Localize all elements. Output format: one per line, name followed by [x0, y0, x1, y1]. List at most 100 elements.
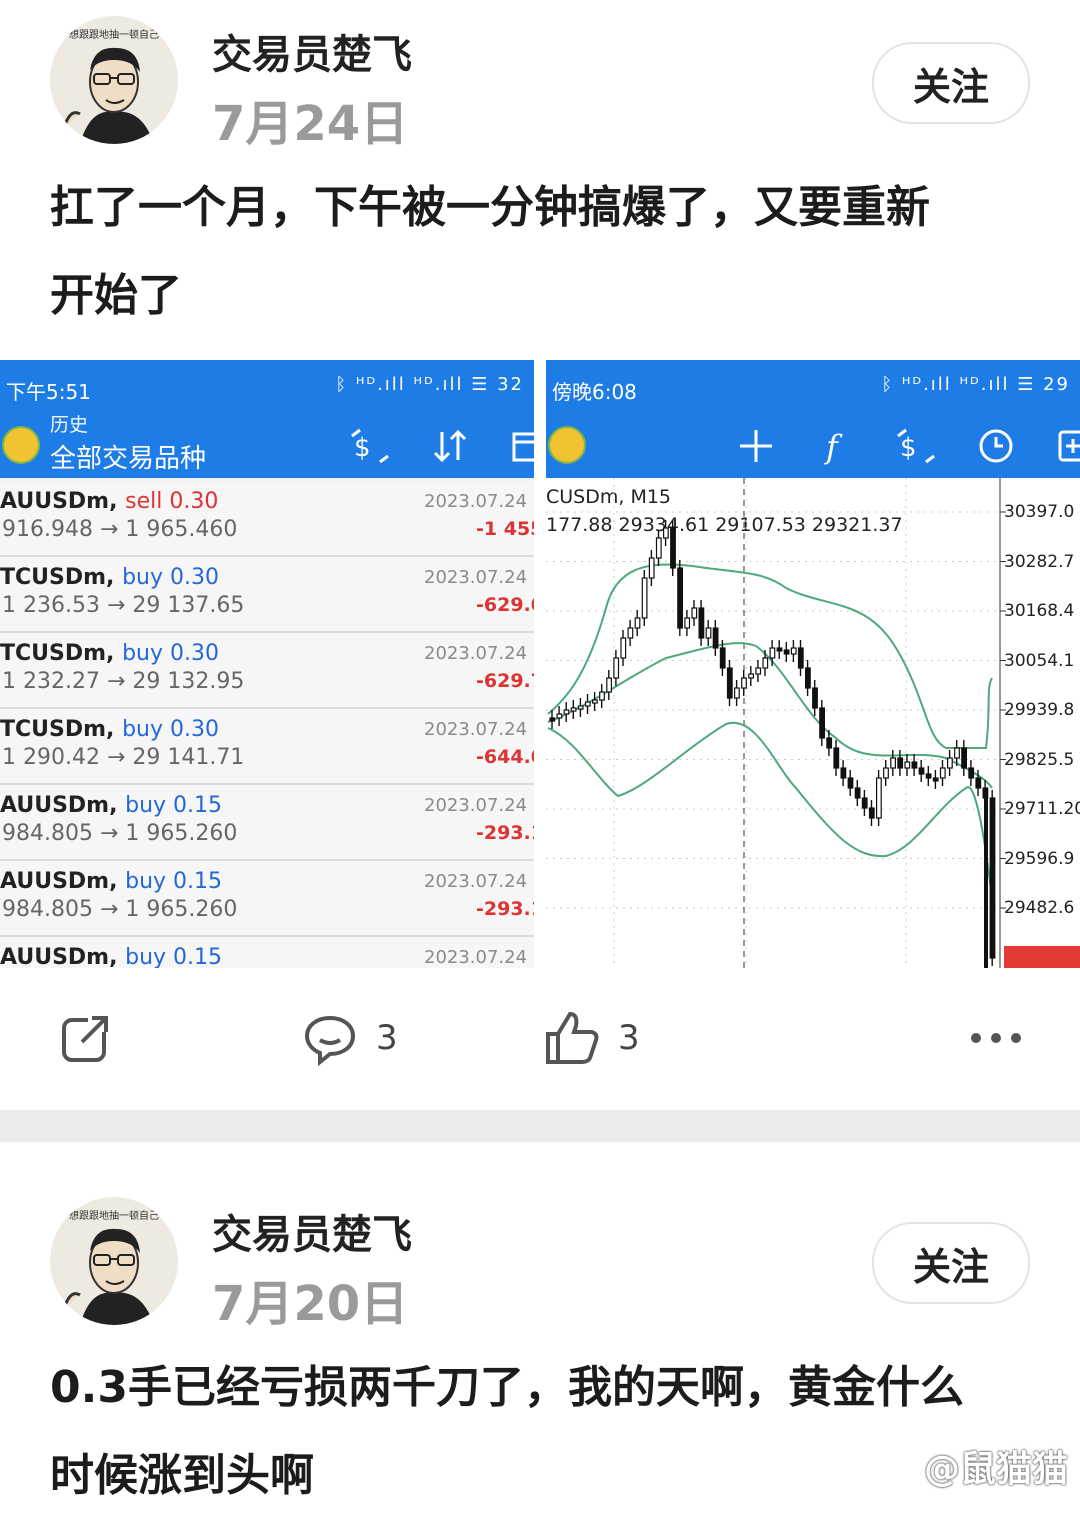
- trade-price: 984.805 → 1 965.260: [2, 821, 238, 846]
- trade-datetime: 2023.07.24 09:: [424, 567, 534, 588]
- trade-profit-loss: -629.0: [476, 594, 534, 616]
- price-axis-label: 30054.1: [1004, 650, 1075, 671]
- trade-symbol: AUUSDm, buy 0.15: [0, 945, 223, 968]
- candle-body: [584, 701, 591, 707]
- share-button[interactable]: [58, 1010, 114, 1066]
- trade-side: buy: [122, 565, 164, 590]
- trade-side: buy: [122, 717, 164, 742]
- candle-body: [904, 761, 911, 769]
- candle-body: [883, 767, 889, 779]
- clock-icon: [979, 429, 1013, 463]
- trade-row[interactable]: TCUSDm, buy 0.30 1 232.27 → 29 132.95 2023…: [0, 633, 534, 709]
- trade-symbol: AUUSDm, buy 0.15: [0, 793, 223, 818]
- candle-body: [961, 747, 967, 769]
- candle-body: [769, 647, 776, 659]
- avatar-portrait-icon: [62, 47, 154, 144]
- candle-body: [591, 699, 598, 704]
- trade-side: buy: [125, 945, 167, 968]
- app-title: 全部交易品种: [50, 444, 207, 474]
- trade-row[interactable]: AUUSDm, sell 0.30 916.948 → 1 965.460 2023…: [0, 481, 534, 557]
- candle-body: [797, 647, 804, 669]
- trade-history-screenshot[interactable]: 下午5:51 ᛒ ᴴᴰ.ıll ᴴᴰ.ıll ☰ 32 历史 全部交易品种 $ …: [0, 360, 534, 968]
- post-2: 想跟跟地抽一顿自己 交易员楚飞 7月20日 关注 0.3手已经亏损两千刀了，我的…: [0, 1142, 1080, 1528]
- svg-text:$: $: [900, 433, 917, 463]
- candle-body: [563, 709, 570, 715]
- candle-body: [776, 647, 783, 652]
- candle-body: [762, 657, 769, 669]
- follow-button[interactable]: 关注: [872, 1222, 1030, 1304]
- trade-row[interactable]: TCUSDm, buy 0.30 1 290.42 → 29 141.71 2023…: [0, 709, 534, 785]
- follow-button[interactable]: 关注: [872, 42, 1030, 124]
- candle-body: [648, 557, 655, 579]
- trade-price: 1 236.53 → 29 137.65: [2, 593, 245, 618]
- trade-profit-loss: -1 455.3: [476, 518, 534, 540]
- candle-body: [925, 773, 932, 779]
- trade-symbol: AUUSDm, sell 0.30: [0, 489, 219, 514]
- post-date: 7月24日: [212, 96, 409, 152]
- post-text-line: 开始了: [50, 270, 182, 321]
- candle-body: [606, 677, 612, 693]
- candle-body: [662, 527, 669, 539]
- candle-body: [712, 627, 719, 649]
- candle-body: [819, 707, 825, 739]
- more-button[interactable]: [966, 1010, 1022, 1066]
- trade-datetime: 2023.07.24 09:: [424, 871, 534, 892]
- candle-body: [705, 627, 712, 639]
- trade-profit-loss: -293.1: [476, 898, 534, 920]
- candle-body: [620, 637, 627, 659]
- app-bar: 历史 全部交易品种 $: [0, 414, 534, 478]
- username[interactable]: 交易员楚飞: [212, 22, 412, 80]
- trade-datetime: 2023.07.24 09:: [424, 947, 534, 968]
- comment-button[interactable]: 3: [302, 1010, 398, 1066]
- trade-row[interactable]: AUUSDm, buy 0.15 984.805 → 1 965.260 2023.…: [0, 785, 534, 861]
- trade-datetime: 2023.07.24 09:: [424, 643, 534, 664]
- candle-body: [783, 649, 790, 655]
- avatar[interactable]: 想跟跟地抽一顿自己: [50, 16, 178, 144]
- crosshair-icon: [740, 430, 772, 462]
- trade-row[interactable]: AUUSDm, buy 0.15 2023.07.24 09:: [0, 937, 534, 968]
- trade-lot: 0.30: [163, 565, 219, 590]
- candle-body: [549, 717, 556, 722]
- watermark: @鼠猫猫: [923, 1449, 1068, 1490]
- trade-side: buy: [125, 869, 167, 894]
- trade-lot: 0.30: [162, 489, 219, 514]
- candlestick-chart[interactable]: [546, 478, 1080, 968]
- trade-lot: 0.15: [166, 869, 223, 894]
- candle-body: [876, 777, 882, 819]
- candle-body: [932, 777, 939, 782]
- trade-profit-loss: -293.1: [476, 822, 534, 844]
- candle-body: [734, 687, 740, 699]
- calendar-icon: [512, 432, 534, 462]
- like-button[interactable]: 3: [544, 1010, 640, 1066]
- candle-body: [897, 757, 904, 769]
- trade-symbol: TCUSDm, buy 0.30: [0, 641, 219, 666]
- candle-body: [954, 747, 960, 759]
- bollinger-lower: [547, 721, 993, 899]
- trade-lot: 0.15: [166, 793, 223, 818]
- status-time: 傍晚6:08: [552, 380, 637, 404]
- status-bar: 傍晚6:08 ᛒ ᴴᴰ.ıll ᴴᴰ.ıll ☰ 29: [546, 360, 1080, 416]
- username[interactable]: 交易员楚飞: [212, 1202, 412, 1260]
- trade-datetime: 2023.07.24 09:: [424, 795, 534, 816]
- trade-price: 1 232.27 → 29 132.95: [2, 669, 245, 694]
- candle-body: [918, 767, 925, 775]
- app-logo-icon: [2, 426, 40, 464]
- price-axis-label: 29825.5: [1004, 749, 1075, 770]
- candle-body: [805, 667, 811, 689]
- trade-side: buy: [125, 793, 167, 818]
- candle-body: [975, 777, 982, 789]
- trade-row[interactable]: AUUSDm, buy 0.15 984.805 → 1 965.260 2023.…: [0, 861, 534, 937]
- price-axis-label: 29711.20: [1004, 799, 1080, 819]
- trade-datetime: 2023.07.24 09:: [424, 719, 534, 740]
- status-icons: ᛒ ᴴᴰ.ıll ᴴᴰ.ıll ☰ 29: [881, 374, 1070, 395]
- price-axis-label: 30282.7: [1004, 551, 1075, 572]
- price-chart-screenshot[interactable]: 傍晚6:08 ᛒ ᴴᴰ.ıll ᴴᴰ.ıll ☰ 29 f $ CUSDm, M…: [546, 360, 1080, 968]
- trade-row[interactable]: TCUSDm, buy 0.30 1 236.53 → 29 137.65 2023…: [0, 557, 534, 633]
- candle-body: [677, 567, 684, 629]
- current-price-marker: [1004, 946, 1080, 968]
- price-axis-label: 29939.8: [1004, 700, 1075, 720]
- avatar-portrait-icon: [62, 1228, 154, 1325]
- avatar[interactable]: 想跟跟地抽一顿自己: [50, 1197, 178, 1325]
- app-logo-icon: [548, 426, 586, 464]
- status-icons: ᛒ ᴴᴰ.ıll ᴴᴰ.ıll ☰ 32: [335, 374, 524, 395]
